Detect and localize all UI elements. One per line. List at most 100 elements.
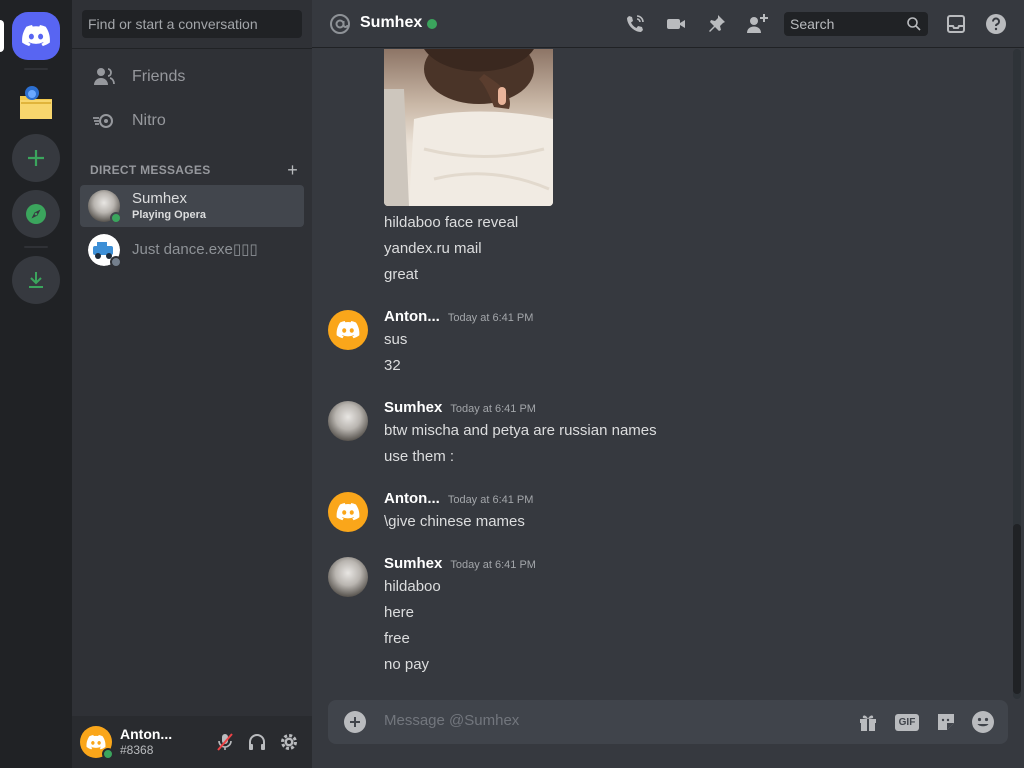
message-text: hildaboo face reveal: [384, 214, 519, 231]
gift-icon: [860, 715, 876, 731]
message-scrollbar[interactable]: [1013, 49, 1021, 699]
pin-icon: [709, 15, 725, 32]
message-author[interactable]: Anton...: [384, 308, 440, 325]
message-text: hildaboo: [384, 578, 441, 595]
channel-title: Sumhex: [360, 14, 423, 31]
voice-call-icon: [627, 15, 644, 32]
deafen-button[interactable]: [245, 730, 269, 754]
folder-icon: [20, 86, 52, 119]
scrollbar-thumb[interactable]: [1013, 524, 1021, 694]
message-timestamp: Today at 6:41 PM: [450, 403, 536, 415]
dm-activity: Playing Opera: [132, 209, 206, 221]
direct-messages-header: DIRECT MESSAGES +: [90, 160, 298, 181]
video-call-icon: [667, 19, 685, 29]
inbox-icon: [947, 15, 965, 33]
header-search-input[interactable]: Search: [784, 12, 928, 36]
avatar[interactable]: [328, 401, 368, 441]
add-friend-icon: [747, 14, 768, 33]
create-dm-button[interactable]: +: [287, 160, 298, 181]
search-placeholder: Search: [790, 16, 835, 32]
dm-sidebar: Find or start a conversation Friends Nit…: [72, 0, 312, 768]
message-timestamp: Today at 6:41 PM: [447, 312, 534, 324]
compass-icon: [26, 204, 46, 224]
message-header: Sumhex Today at 6:41 PM: [384, 555, 536, 572]
discord-logo-icon: [22, 25, 50, 47]
plus-icon: [28, 150, 44, 166]
message-list: hildaboo face reveal yandex.ru mail grea…: [312, 49, 1024, 699]
nav-friends-label: Friends: [132, 68, 186, 85]
message-header: Anton... Today at 6:41 PM: [384, 308, 533, 325]
upload-button[interactable]: [344, 711, 366, 733]
download-icon: [29, 272, 43, 288]
dm-name: Sumhex: [132, 190, 188, 207]
server-folder[interactable]: [12, 80, 60, 128]
discord-logo-icon: [86, 734, 106, 749]
user-tag: #8368: [120, 743, 154, 757]
dm-name: Just dance.exe▯▯▯: [132, 241, 258, 258]
sticker-icon: [938, 714, 954, 730]
at-sign-icon: [330, 14, 350, 34]
online-status-dot: [102, 748, 114, 760]
nav-nitro[interactable]: Nitro: [80, 100, 304, 142]
home-button[interactable]: [12, 12, 60, 60]
message-text: 32: [384, 357, 401, 374]
nitro-icon: [92, 109, 116, 133]
microphone-muted-icon: [217, 733, 233, 751]
discord-logo-icon: [336, 321, 360, 339]
inbox-button[interactable]: [944, 12, 968, 36]
add-server-button[interactable]: [12, 134, 60, 182]
send-gift-button[interactable]: [856, 710, 880, 734]
online-status-dot: [427, 19, 437, 29]
dm-item-just-dance[interactable]: Just dance.exe▯▯▯: [80, 229, 304, 271]
avatar: [88, 190, 122, 224]
avatar[interactable]: [328, 492, 368, 532]
rail-separator: [24, 246, 48, 248]
user-avatar[interactable]: [80, 726, 114, 760]
nav-nitro-label: Nitro: [132, 112, 166, 129]
avatar[interactable]: [328, 310, 368, 350]
message-header: Anton... Today at 6:41 PM: [384, 490, 533, 507]
offline-status-dot: [110, 256, 122, 268]
nav-friends[interactable]: Friends: [80, 56, 304, 98]
explore-servers-button[interactable]: [12, 190, 60, 238]
avatar: [88, 234, 122, 268]
add-friends-to-dm-button[interactable]: [745, 12, 769, 36]
home-indicator: [0, 20, 4, 52]
friends-icon: [92, 65, 116, 89]
user-panel: Anton... #8368: [72, 716, 312, 768]
help-icon: [986, 14, 1006, 34]
message-author[interactable]: Sumhex: [384, 555, 442, 572]
find-conversation-button[interactable]: Find or start a conversation: [82, 10, 302, 38]
help-button[interactable]: [984, 12, 1008, 36]
pinned-messages-button[interactable]: [704, 12, 728, 36]
username: Anton...: [120, 726, 173, 742]
message-timestamp: Today at 6:41 PM: [447, 494, 534, 506]
avatar[interactable]: [328, 557, 368, 597]
message-author[interactable]: Sumhex: [384, 399, 442, 416]
search-icon: [907, 17, 921, 31]
divider: [72, 48, 312, 49]
message-text: no pay: [384, 656, 430, 673]
message-timestamp: Today at 6:41 PM: [450, 559, 536, 571]
gif-icon: GIF: [895, 713, 919, 731]
start-voice-call-button[interactable]: [623, 12, 647, 36]
message-text: btw mischa and petya are russian names: [384, 422, 657, 439]
dm-item-sumhex[interactable]: Sumhex Playing Opera: [80, 185, 304, 227]
dm-header-label: DIRECT MESSAGES: [90, 163, 211, 177]
message-text: free: [384, 630, 410, 647]
discord-logo-icon: [336, 503, 360, 521]
message-author[interactable]: Anton...: [384, 490, 440, 507]
image-attachment[interactable]: [384, 49, 553, 206]
emoji-picker-button[interactable]: [971, 710, 995, 734]
message-text: great: [384, 266, 419, 283]
plus-circle-icon: [350, 717, 360, 727]
mute-button[interactable]: [213, 730, 237, 754]
message-composer[interactable]: Message @Sumhex GIF: [328, 700, 1008, 744]
sticker-picker-button[interactable]: [934, 710, 958, 734]
download-apps-button[interactable]: [12, 256, 60, 304]
start-video-call-button[interactable]: [664, 12, 688, 36]
message-input[interactable]: Message @Sumhex: [384, 712, 519, 729]
headphones-icon: [249, 734, 265, 750]
user-settings-button[interactable]: [277, 730, 301, 754]
gif-picker-button[interactable]: GIF: [895, 710, 919, 734]
